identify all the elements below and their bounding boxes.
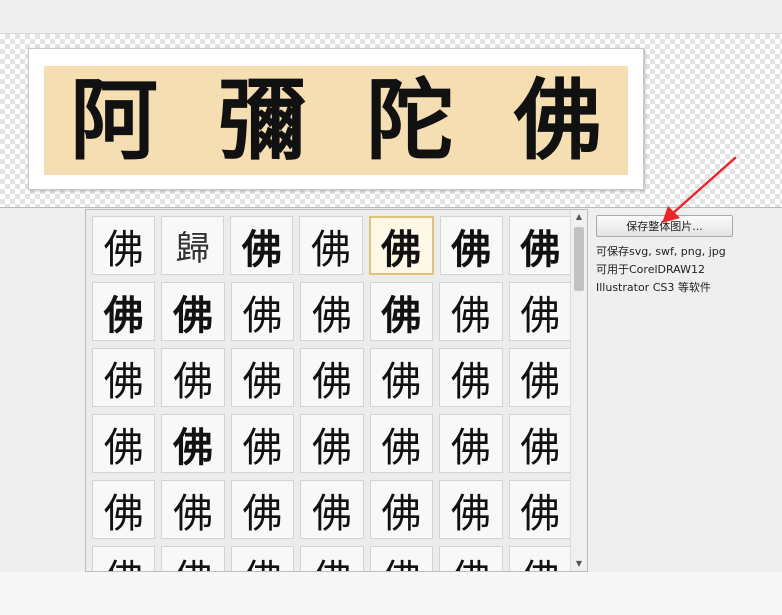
red-arrow-annotation [662,156,737,223]
status-area [0,572,782,615]
